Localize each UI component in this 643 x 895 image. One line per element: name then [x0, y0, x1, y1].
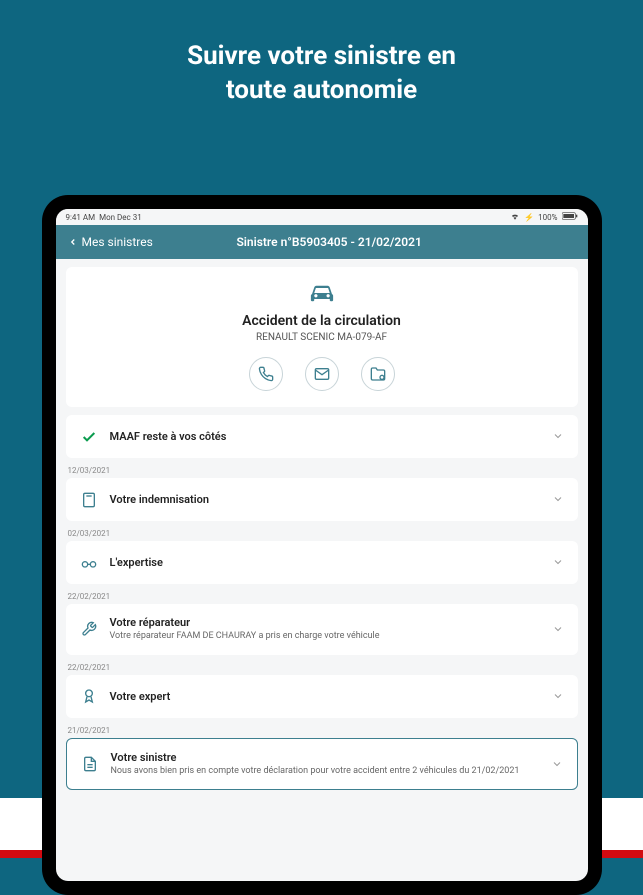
phone-button[interactable] [249, 357, 283, 391]
glasses-icon [80, 555, 98, 571]
step-body: Votre réparateur Votre réparateur FAAM DE… [110, 616, 540, 643]
chevron-down-icon [552, 620, 564, 639]
chevron-down-icon [552, 490, 564, 509]
mail-button[interactable] [305, 357, 339, 391]
claim-title: Accident de la circulation [82, 313, 562, 329]
step-body: L'expertise [110, 556, 540, 569]
folder-button[interactable] [361, 357, 395, 391]
wrench-icon [80, 621, 98, 637]
step-desc: Votre réparateur FAAM DE CHAURAY a pris … [110, 631, 540, 643]
step-title: Votre expert [110, 690, 540, 703]
step-title: Votre sinistre [111, 751, 539, 764]
car-icon [82, 283, 562, 307]
tablet-frame: 9:41 AM Mon Dec 31 ⚡100% Mes sinistres S… [42, 195, 602, 895]
chevron-down-icon [552, 553, 564, 572]
document-icon [81, 756, 99, 772]
chevron-down-icon [551, 755, 563, 774]
chevron-down-icon [552, 427, 564, 446]
badge-icon [80, 688, 98, 704]
step-2[interactable]: L'expertise [66, 541, 578, 584]
step-5[interactable]: Votre sinistre Nous avons bien pris en co… [66, 738, 578, 791]
calculator-icon [80, 492, 98, 508]
wifi-icon [510, 211, 520, 223]
battery-icon [562, 212, 578, 222]
step-date: 12/03/2021 [68, 466, 578, 475]
screen: 9:41 AM Mon Dec 31 ⚡100% Mes sinistres S… [56, 209, 588, 881]
step-4[interactable]: Votre expert [66, 675, 578, 718]
status-bar: 9:41 AM Mon Dec 31 ⚡100% [56, 209, 588, 225]
step-0[interactable]: MAAF reste à vos côtés [66, 415, 578, 458]
content: Accident de la circulation RENAULT SCENI… [56, 259, 588, 881]
step-body: Votre expert [110, 690, 540, 703]
page-title: Sinistre n°B5903405 - 21/02/2021 [153, 235, 506, 249]
step-title: MAAF reste à vos côtés [110, 430, 540, 443]
step-title: L'expertise [110, 556, 540, 569]
step-body: MAAF reste à vos côtés [110, 430, 540, 443]
step-date: 02/03/2021 [68, 529, 578, 538]
step-title: Votre indemnisation [110, 493, 540, 506]
step-body: Votre indemnisation [110, 493, 540, 506]
step-date: 21/02/2021 [68, 726, 578, 735]
step-1[interactable]: Votre indemnisation [66, 478, 578, 521]
claim-summary: Accident de la circulation RENAULT SCENI… [66, 267, 578, 407]
back-button[interactable]: Mes sinistres [68, 235, 153, 249]
step-date: 22/02/2021 [68, 592, 578, 601]
claim-vehicle: RENAULT SCENIC MA-079-AF [82, 332, 562, 343]
promo-text: Suivre votre sinistre entoute autonomie [0, 0, 643, 108]
back-label: Mes sinistres [82, 235, 153, 249]
step-date: 22/02/2021 [68, 663, 578, 672]
step-body: Votre sinistre Nous avons bien pris en co… [111, 751, 539, 778]
app-header: Mes sinistres Sinistre n°B5903405 - 21/0… [56, 225, 588, 259]
chevron-down-icon [552, 687, 564, 706]
step-3[interactable]: Votre réparateur Votre réparateur FAAM DE… [66, 604, 578, 655]
step-title: Votre réparateur [110, 616, 540, 629]
check-icon [80, 429, 98, 445]
action-row [82, 357, 562, 391]
step-desc: Nous avons bien pris en compte votre déc… [111, 766, 539, 778]
